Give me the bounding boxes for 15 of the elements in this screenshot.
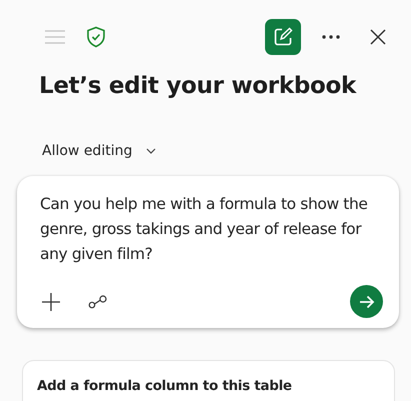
shield-check-icon xyxy=(86,26,106,48)
add-button[interactable] xyxy=(40,290,62,312)
send-button[interactable] xyxy=(350,285,383,318)
allow-editing-dropdown[interactable]: Allow editing xyxy=(36,139,162,163)
more-options-icon xyxy=(322,35,340,39)
linked-circles-icon xyxy=(88,294,108,308)
edit-icon xyxy=(273,27,293,47)
edit-button[interactable] xyxy=(265,19,301,55)
chevron-down-icon xyxy=(146,148,156,154)
page-title: Let’s edit your workbook xyxy=(39,73,356,99)
plus-icon xyxy=(42,292,60,310)
arrow-right-icon xyxy=(358,294,374,308)
suggestion-card[interactable]: Add a formula column to this table xyxy=(22,360,395,401)
menu-icon xyxy=(44,29,66,45)
close-icon xyxy=(370,29,386,45)
